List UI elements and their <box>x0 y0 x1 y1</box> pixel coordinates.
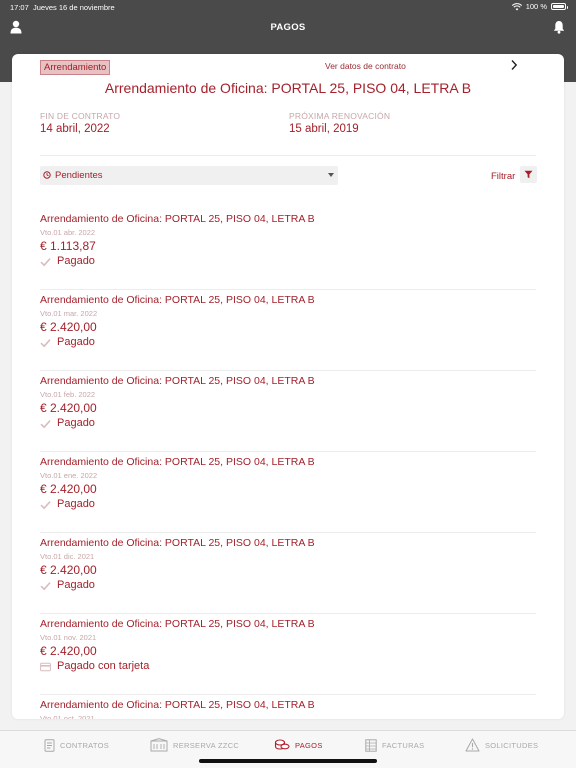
renewal-label: PRÓXIMA RENOVACIÓN <box>289 111 391 121</box>
payment-title: Arrendamiento de Oficina: PORTAL 25, PIS… <box>40 213 315 225</box>
tab-solicitudes[interactable]: SOLICITUDES <box>465 737 538 753</box>
payment-due-date: Vto.01 dic. 2021 <box>40 552 95 561</box>
payment-title: Arrendamiento de Oficina: PORTAL 25, PIS… <box>40 699 315 711</box>
payment-status: Pagado con tarjeta <box>57 660 150 672</box>
tab-reserva-zzcc[interactable]: RERSERVA ZZCC <box>150 737 239 753</box>
payment-amount: € 2.420,00 <box>40 320 97 334</box>
tab-label: CONTRATOS <box>60 740 110 750</box>
payment-row[interactable]: Arrendamiento de Oficina: PORTAL 25, PIS… <box>40 533 536 614</box>
building-icon <box>150 738 168 752</box>
payment-amount: € 1.113,87 <box>40 239 96 253</box>
warning-icon <box>465 738 480 752</box>
payment-due-date: Vto.01 abr. 2022 <box>40 228 96 237</box>
payment-due-date: Vto.01 mar. 2022 <box>40 309 98 318</box>
check-icon <box>40 420 51 429</box>
tab-pagos[interactable]: PAGOS <box>274 737 323 753</box>
payments-card: Arrendamiento Ver datos de contrato Arre… <box>12 54 564 719</box>
tab-label: FACTURAS <box>382 740 425 750</box>
payment-title: Arrendamiento de Oficina: PORTAL 25, PIS… <box>40 375 315 387</box>
status-bar: 17:07 Jueves 16 de noviembre 100 % <box>10 2 568 14</box>
status-date: Jueves 16 de noviembre <box>33 3 115 12</box>
payment-amount: € 2.420,00 <box>40 401 97 415</box>
home-indicator[interactable] <box>199 759 377 763</box>
status-right: 100 % <box>511 2 568 11</box>
divider <box>40 155 536 156</box>
payment-status: Pagado <box>57 498 95 510</box>
document-icon <box>44 738 55 752</box>
payment-amount: € 2.420,00 <box>40 563 97 577</box>
payment-amount: € 2.420,00 <box>40 482 97 496</box>
status-filter-select[interactable]: Pendientes <box>40 166 338 185</box>
invoice-icon <box>365 738 377 752</box>
payment-status: Pagado <box>57 579 95 591</box>
battery-icon <box>551 3 568 10</box>
payment-title: Arrendamiento de Oficina: PORTAL 25, PIS… <box>40 618 315 630</box>
payment-due-date: Vto.01 feb. 2022 <box>40 390 96 399</box>
contract-end-value: 14 abril, 2022 <box>40 123 110 135</box>
credit-card-icon <box>40 662 51 672</box>
tab-label: PAGOS <box>295 740 323 750</box>
chevron-right-icon[interactable] <box>510 59 518 71</box>
coins-icon <box>274 739 290 750</box>
caret-down-icon <box>328 173 334 177</box>
filter-button[interactable] <box>520 166 537 183</box>
payment-due-date: Vto.01 nov. 2021 <box>40 633 97 642</box>
payment-title: Arrendamiento de Oficina: PORTAL 25, PIS… <box>40 537 315 549</box>
payment-status: Pagado <box>57 336 95 348</box>
filter-label[interactable]: Filtrar <box>491 171 515 182</box>
page-title: PAGOS <box>270 22 306 33</box>
tab-contratos[interactable]: CONTRATOS <box>44 737 109 753</box>
payment-status: Pagado <box>57 417 95 429</box>
payment-row[interactable]: Arrendamiento de Oficina: PORTAL 25, PIS… <box>40 209 536 290</box>
payment-status: Pagado <box>57 255 95 267</box>
check-icon <box>40 339 51 348</box>
check-icon <box>40 501 51 510</box>
wifi-icon <box>511 2 522 10</box>
tab-label: RERSERVA ZZCC <box>173 740 240 750</box>
check-icon <box>40 582 51 591</box>
payment-due-date: Vto.01 oct. 2021 <box>40 714 95 719</box>
payment-row[interactable]: Arrendamiento de Oficina: PORTAL 25, PIS… <box>40 695 536 719</box>
payment-due-date: Vto.01 ene. 2022 <box>40 471 98 480</box>
payment-row[interactable]: Arrendamiento de Oficina: PORTAL 25, PIS… <box>40 371 536 452</box>
battery-percent: 100 % <box>525 2 547 11</box>
tab-label: SOLICITUDES <box>485 740 539 750</box>
payment-row[interactable]: Arrendamiento de Oficina: PORTAL 25, PIS… <box>40 452 536 533</box>
check-icon <box>40 258 51 267</box>
payment-title: Arrendamiento de Oficina: PORTAL 25, PIS… <box>40 456 315 468</box>
bell-icon[interactable] <box>553 20 565 34</box>
contract-end-label: FIN DE CONTRATO <box>40 111 121 121</box>
renewal-value: 15 abril, 2019 <box>289 123 359 135</box>
clock-icon <box>43 171 51 179</box>
tab-facturas[interactable]: FACTURAS <box>365 737 424 753</box>
contract-type-tag: Arrendamiento <box>40 60 111 75</box>
payment-row[interactable]: Arrendamiento de Oficina: PORTAL 25, PIS… <box>40 290 536 371</box>
payment-title: Arrendamiento de Oficina: PORTAL 25, PIS… <box>40 294 315 306</box>
view-contract-link[interactable]: Ver datos de contrato <box>325 61 406 71</box>
filter-icon <box>524 170 533 179</box>
payment-amount: € 2.420,00 <box>40 644 97 658</box>
payment-row[interactable]: Arrendamiento de Oficina: PORTAL 25, PIS… <box>40 614 536 695</box>
status-filter-value: Pendientes <box>55 170 103 181</box>
status-time: 17:07 <box>10 3 29 12</box>
contract-title: Arrendamiento de Oficina: PORTAL 25, PIS… <box>104 80 472 96</box>
